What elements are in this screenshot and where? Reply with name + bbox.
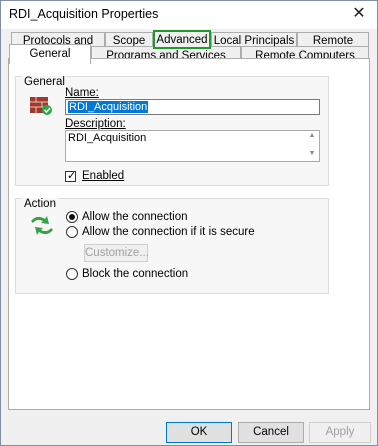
apply-button[interactable]: Apply bbox=[309, 422, 371, 443]
title-bar: RDI_Acquisition Properties ✕ bbox=[1, 1, 377, 29]
action-arrows-icon bbox=[28, 213, 56, 242]
general-group-label: General bbox=[22, 76, 67, 88]
firewall-rule-icon bbox=[28, 91, 54, 120]
tab-general[interactable]: General bbox=[9, 44, 91, 64]
general-group: General Name: RDI_Acquisition Descriptio… bbox=[15, 76, 329, 186]
description-field[interactable]: RDI_Acquisition ▲ ▼ bbox=[65, 130, 320, 162]
close-icon[interactable]: ✕ bbox=[349, 3, 369, 25]
allow-if-secure-radio[interactable] bbox=[66, 226, 78, 238]
description-value: RDI_Acquisition bbox=[68, 132, 147, 144]
allow-connection-radio[interactable] bbox=[66, 211, 78, 223]
action-group-label: Action bbox=[22, 198, 58, 210]
name-value: RDI_Acquisition bbox=[68, 101, 149, 113]
action-group: Action Allow the connection Allow the co… bbox=[15, 198, 329, 294]
allow-connection-label: Allow the connection bbox=[82, 211, 188, 223]
radio-selected-dot bbox=[69, 214, 75, 220]
window-title: RDI_Acquisition Properties bbox=[9, 7, 159, 21]
block-connection-radio[interactable] bbox=[66, 268, 78, 280]
scroll-down-icon[interactable]: ▼ bbox=[307, 150, 317, 157]
enabled-label: Enabled bbox=[82, 170, 125, 182]
block-connection-label: Block the connection bbox=[82, 268, 189, 280]
customize-button[interactable]: Customize... bbox=[84, 244, 149, 262]
check-icon: ✓ bbox=[67, 170, 77, 182]
general-tab-panel: General Name: RDI_Acquisition Descriptio… bbox=[8, 58, 370, 410]
scroll-up-icon[interactable]: ▲ bbox=[307, 132, 317, 139]
properties-dialog: RDI_Acquisition Properties ✕ Protocols a… bbox=[0, 0, 378, 446]
name-field[interactable]: RDI_Acquisition bbox=[65, 99, 320, 115]
enabled-checkbox[interactable]: ✓ bbox=[65, 170, 77, 182]
ok-button[interactable]: OK bbox=[166, 422, 232, 443]
allow-if-secure-label: Allow the connection if it is secure bbox=[82, 226, 255, 238]
description-label: Description: bbox=[65, 118, 126, 130]
tab-advanced[interactable]: Advanced bbox=[153, 30, 211, 49]
cancel-button[interactable]: Cancel bbox=[238, 422, 304, 443]
name-label: Name: bbox=[65, 87, 99, 99]
